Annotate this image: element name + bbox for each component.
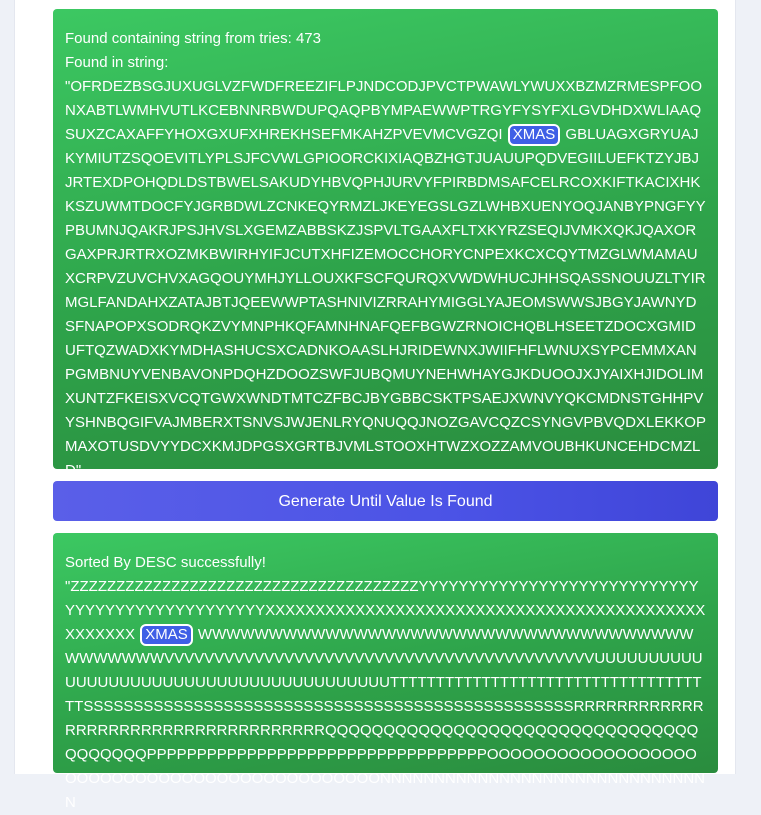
sorted-string-after: WWWWWWWWWWWWWWWWWWWWWWWWWWWWWWWWWWWWWWWW… [65,626,705,811]
found-label: Found containing string from tries: [65,30,292,47]
found-string-after: GBLUAGXGRYUAJKYMIUTZSQOEVITLYPLSJFCVWLGP… [65,126,706,479]
sorted-string: "ZZZZZZZZZZZZZZZZZZZZZZZZZZZZZZZZZZZZZZY… [65,575,706,815]
found-highlight: XMAS [507,124,561,146]
found-string: "OFRDEZBSGJUXUGLVZFWDFREEZIFLPJNDCODJPVC… [65,75,706,483]
sorted-highlight: XMAS [140,624,193,646]
tries-line: Found containing string from tries: 473 [65,27,706,51]
found-in-label: Found in string: [65,54,169,71]
result-panel: Found containing string from tries: 473 … [53,9,718,479]
generate-until-found-button[interactable]: Generate Until Value Is Found [53,481,718,521]
sorted-status: Sorted By DESC successfully! [65,554,266,571]
tries-count: 473 [295,30,321,47]
sorted-panel: Sorted By DESC successfully! "ZZZZZZZZZZ… [53,533,718,811]
